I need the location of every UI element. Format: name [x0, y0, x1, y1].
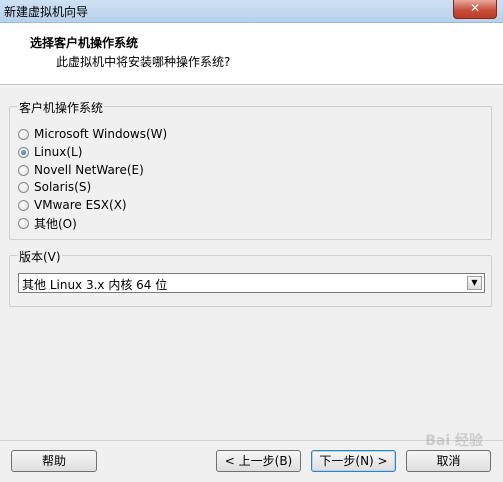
radio-label: 其他(O) [34, 216, 77, 231]
radio-label: Linux(L) [34, 145, 83, 159]
radio-button-icon[interactable] [18, 217, 29, 229]
radio-label: Solaris(S) [34, 180, 92, 194]
dropdown-arrow-icon[interactable]: ▼ [467, 276, 482, 290]
close-button[interactable]: ✕ [453, 0, 497, 19]
back-button[interactable]: < 上一步(B) [216, 450, 301, 472]
radio-novell-netware[interactable]: Novell NetWare(E) [18, 162, 144, 178]
version-select-value: 其他 Linux 3.x 内核 64 位 [22, 278, 168, 292]
radio-microsoft-windows[interactable]: Microsoft Windows(W) [18, 126, 167, 142]
radio-button-icon[interactable] [18, 164, 29, 176]
version-group-label: 版本(V) [18, 248, 62, 265]
radio-label: VMware ESX(X) [34, 198, 127, 212]
radio-button-icon[interactable] [18, 181, 29, 193]
title-bar: 新建虚拟机向导 ✕ [0, 0, 503, 23]
radio-button-icon[interactable] [18, 199, 29, 211]
wizard-header: 选择客户机操作系统 此虚拟机中将安装哪种操作系统? [0, 23, 503, 85]
radio-button-checked-icon[interactable] [18, 146, 29, 158]
radio-solaris[interactable]: Solaris(S) [18, 179, 91, 195]
radio-label: Microsoft Windows(W) [34, 127, 168, 141]
radio-label: Novell NetWare(E) [34, 163, 144, 177]
help-button[interactable]: 帮助 [11, 450, 97, 472]
window-title: 新建虚拟机向导 [4, 5, 89, 19]
radio-vmware-esx[interactable]: VMware ESX(X) [18, 197, 127, 213]
radio-button-icon[interactable] [18, 128, 29, 140]
version-select[interactable]: 其他 Linux 3.x 内核 64 位 ▼ [18, 273, 485, 293]
cancel-button[interactable]: 取消 [406, 450, 491, 472]
footer-separator [0, 440, 503, 441]
guest-os-group-label: 客户机操作系统 [18, 99, 105, 116]
radio-other[interactable]: 其他(O) [18, 215, 77, 231]
next-button[interactable]: 下一步(N) > [311, 450, 396, 472]
radio-linux[interactable]: Linux(L) [18, 144, 82, 160]
page-subtitle: 此虚拟机中将安装哪种操作系统? [56, 55, 231, 69]
page-title: 选择客户机操作系统 [30, 36, 139, 50]
